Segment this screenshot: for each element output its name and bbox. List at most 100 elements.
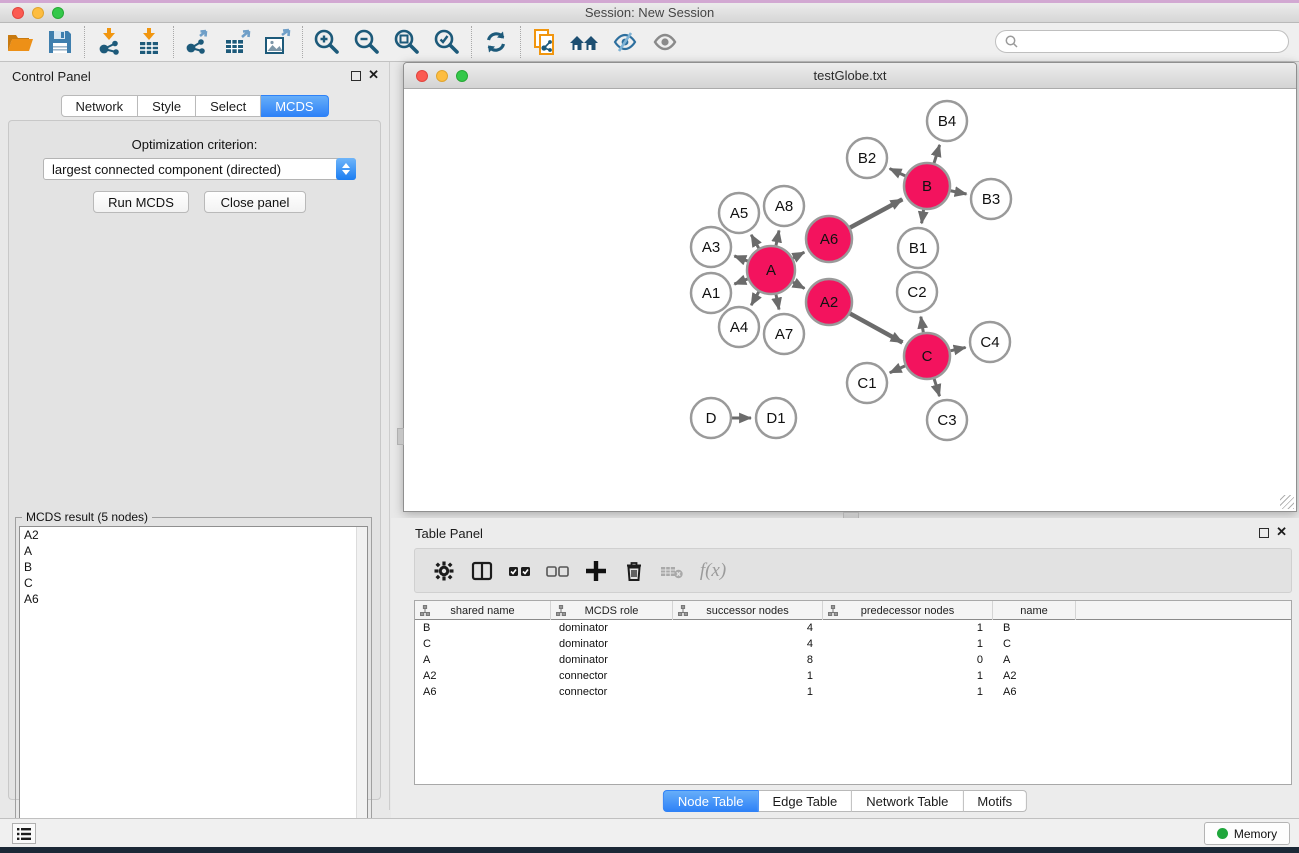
run-mcds-button[interactable]: Run MCDS <box>93 191 189 213</box>
node-C1[interactable]: C1 <box>847 363 887 403</box>
zoom-in-icon[interactable] <box>307 25 347 59</box>
mcds-result-item[interactable]: A2 <box>20 527 367 543</box>
tab-edge-table[interactable]: Edge Table <box>758 790 852 812</box>
export-image-icon[interactable] <box>258 25 298 59</box>
node-B[interactable]: B <box>904 163 950 209</box>
memory-button[interactable]: Memory <box>1204 822 1290 845</box>
node-D[interactable]: D <box>691 398 731 438</box>
minimize-window-icon[interactable] <box>32 7 44 19</box>
table-settings-icon[interactable] <box>425 553 463 589</box>
minimize-icon[interactable] <box>436 70 448 82</box>
float-panel-icon[interactable] <box>351 71 361 81</box>
mcds-result-item[interactable]: C <box>20 575 367 591</box>
save-session-icon[interactable] <box>40 25 80 59</box>
edge-A-A7[interactable] <box>776 294 779 309</box>
import-table-icon[interactable] <box>129 25 169 59</box>
search-box[interactable] <box>995 30 1289 53</box>
task-history-button[interactable] <box>12 823 36 844</box>
delete-columns-icon[interactable] <box>615 553 653 589</box>
refresh-icon[interactable] <box>476 25 516 59</box>
node-A1[interactable]: A1 <box>691 273 731 313</box>
edge-A2-C[interactable] <box>850 314 902 343</box>
tab-select[interactable]: Select <box>196 95 261 117</box>
edge-B-B2[interactable] <box>890 169 906 176</box>
criterion-select[interactable]: largest connected component (directed) <box>43 158 356 180</box>
mcds-result-item[interactable]: A <box>20 543 367 559</box>
node-A4[interactable]: A4 <box>719 307 759 347</box>
column-header-successor-nodes[interactable]: successor nodes <box>673 601 823 620</box>
edge-A6-B[interactable] <box>850 199 902 227</box>
delete-table-icon[interactable] <box>653 553 691 589</box>
mcds-result-list[interactable]: A2ABCA6 <box>19 526 368 853</box>
maximize-icon[interactable] <box>456 70 468 82</box>
show-details-icon[interactable] <box>645 25 685 59</box>
edge-B-B4[interactable] <box>934 145 940 163</box>
edge-C-C3[interactable] <box>934 379 939 396</box>
search-input[interactable] <box>1020 33 1288 51</box>
table-row[interactable]: A6connector11A6 <box>415 684 1291 700</box>
edge-A-A3[interactable] <box>734 256 747 261</box>
table-row[interactable]: Bdominator41B <box>415 620 1291 636</box>
node-C3[interactable]: C3 <box>927 400 967 440</box>
export-network-icon[interactable] <box>178 25 218 59</box>
node-A3[interactable]: A3 <box>691 227 731 267</box>
node-B2[interactable]: B2 <box>847 138 887 178</box>
node-A6[interactable]: A6 <box>806 216 852 262</box>
edge-A-A6[interactable] <box>793 252 804 258</box>
node-B1[interactable]: B1 <box>898 228 938 268</box>
edge-C-C2[interactable] <box>921 317 923 333</box>
edge-A-A4[interactable] <box>751 292 759 305</box>
mcds-result-item[interactable]: A6 <box>20 591 367 607</box>
column-header-predecessor-nodes[interactable]: predecessor nodes <box>823 601 993 620</box>
node-C4[interactable]: C4 <box>970 322 1010 362</box>
export-table-icon[interactable] <box>218 25 258 59</box>
column-header-name[interactable]: name <box>993 601 1076 620</box>
tab-motifs[interactable]: Motifs <box>963 790 1027 812</box>
add-column-icon[interactable] <box>577 553 615 589</box>
import-network-icon[interactable] <box>89 25 129 59</box>
clone-network-icon[interactable] <box>525 25 565 59</box>
tab-network-table[interactable]: Network Table <box>852 790 963 812</box>
home-icon[interactable] <box>565 25 605 59</box>
scrollbar[interactable] <box>356 527 367 853</box>
zoom-fit-icon[interactable] <box>387 25 427 59</box>
edge-C-C4[interactable] <box>950 347 965 350</box>
close-panel-button[interactable]: Close panel <box>204 191 306 213</box>
node-table[interactable]: shared nameMCDS rolesuccessor nodesprede… <box>414 600 1292 785</box>
traffic-lights[interactable] <box>12 7 64 19</box>
deselect-all-checkboxes-icon[interactable] <box>539 553 577 589</box>
node-A5[interactable]: A5 <box>719 193 759 233</box>
tab-style[interactable]: Style <box>138 95 196 117</box>
node-A2[interactable]: A2 <box>806 279 852 325</box>
node-C2[interactable]: C2 <box>897 272 937 312</box>
edge-A-A2[interactable] <box>793 282 805 288</box>
zoom-selected-icon[interactable] <box>427 25 467 59</box>
close-panel-icon[interactable]: ✕ <box>1276 525 1287 539</box>
mcds-result-item[interactable]: B <box>20 559 367 575</box>
edge-A-A8[interactable] <box>776 230 779 245</box>
network-window-traffic-lights[interactable] <box>416 70 468 82</box>
tab-node-table[interactable]: Node Table <box>663 790 759 812</box>
edge-A-A1[interactable] <box>734 279 747 284</box>
zoom-out-icon[interactable] <box>347 25 387 59</box>
split-panel-icon[interactable] <box>463 553 501 589</box>
close-window-icon[interactable] <box>12 7 24 19</box>
open-file-icon[interactable] <box>0 25 40 59</box>
table-row[interactable]: Adominator80A <box>415 652 1291 668</box>
select-all-checkboxes-icon[interactable] <box>501 553 539 589</box>
node-C[interactable]: C <box>904 333 950 379</box>
node-A7[interactable]: A7 <box>764 314 804 354</box>
edge-B-B1[interactable] <box>922 210 924 224</box>
node-D1[interactable]: D1 <box>756 398 796 438</box>
close-icon[interactable] <box>416 70 428 82</box>
edge-A-A5[interactable] <box>751 235 759 248</box>
network-window[interactable]: testGlobe.txt B4B2BB3B1A5A8A6A3AA1A4A7A2… <box>403 62 1297 512</box>
app-titlebar[interactable]: Session: New Session <box>0 3 1299 23</box>
hide-details-icon[interactable] <box>605 25 645 59</box>
zoom-window-icon[interactable] <box>52 7 64 19</box>
close-panel-icon[interactable]: ✕ <box>368 68 379 82</box>
node-B3[interactable]: B3 <box>971 179 1011 219</box>
tab-mcds[interactable]: MCDS <box>261 95 328 117</box>
resize-grip[interactable] <box>1280 495 1294 509</box>
column-header-shared-name[interactable]: shared name <box>415 601 551 620</box>
